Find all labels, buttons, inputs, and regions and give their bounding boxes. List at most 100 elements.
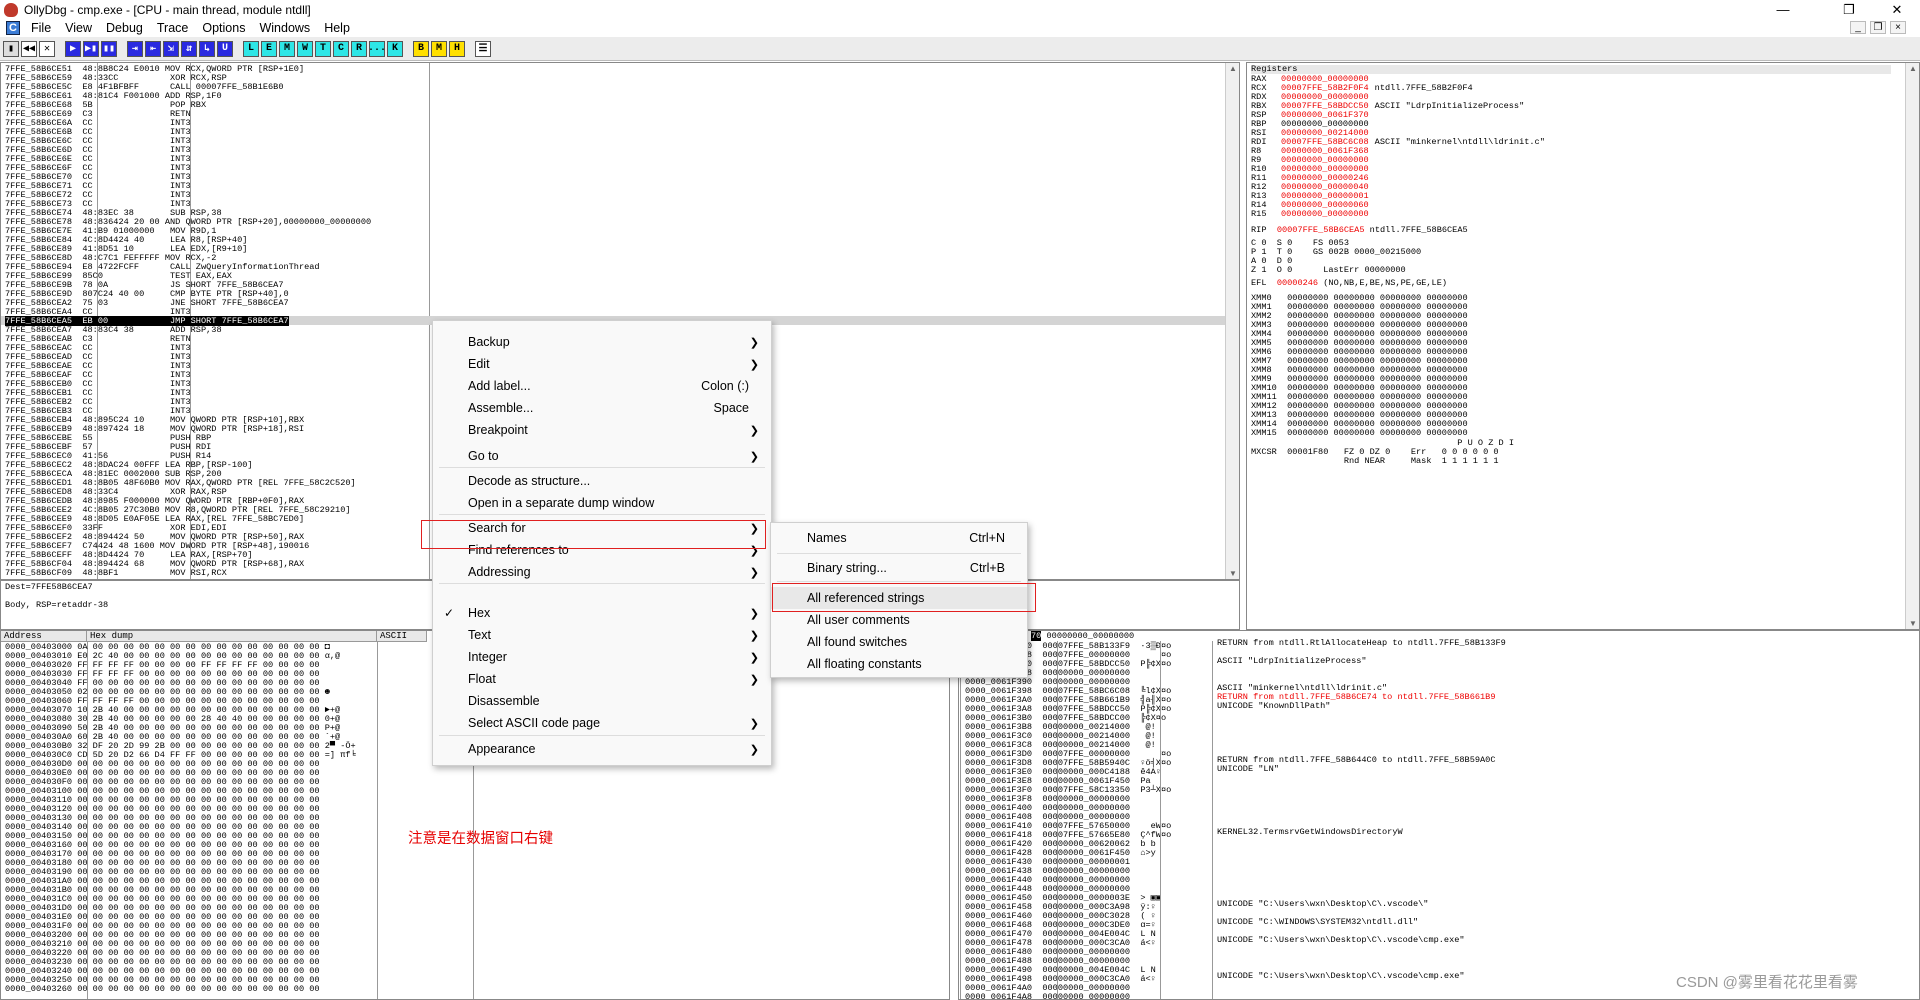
menu-item-hex[interactable]: Hex ✓ ❯ xyxy=(433,602,771,624)
efl-register[interactable]: EFL 00000246 (NO,NB,E,BE,NS,PE,GE,LE) xyxy=(1251,279,1447,288)
memory-breakpoints-icon[interactable]: M xyxy=(431,40,447,57)
disassembly-rows-lower[interactable]: 7FFE_58B6CEA7 48:83C4 38 ADD RSP,38 7FFE… xyxy=(5,326,356,578)
menu-item-addressing[interactable]: Addressing ❯ xyxy=(433,561,771,583)
maximize-button[interactable]: ❐ xyxy=(1826,0,1872,19)
pause-icon[interactable]: ▮▮ xyxy=(101,40,117,57)
execute-till-return-icon[interactable]: ↳ xyxy=(199,40,215,57)
menu-item-go-to[interactable]: Go to ❯ xyxy=(433,445,771,467)
highlight-search-for xyxy=(421,520,766,549)
rip-register[interactable]: RIP 00007FFE_58B6CEA5 ntdll.7FFE_58B6CEA… xyxy=(1251,226,1468,235)
menu-debug[interactable]: Debug xyxy=(99,21,150,35)
run-trace-icon[interactable]: R xyxy=(351,40,367,57)
cpu-icon[interactable]: C xyxy=(333,40,349,57)
step-into-icon[interactable]: ⇥ xyxy=(127,40,143,57)
menu-view[interactable]: View xyxy=(58,21,99,35)
menu-item-backup[interactable]: Backup ❯ xyxy=(433,331,771,353)
chevron-right-icon: ❯ xyxy=(749,566,759,579)
check-icon: ✓ xyxy=(444,606,455,620)
menu-separator xyxy=(777,581,1021,582)
menu-help[interactable]: Help xyxy=(317,21,357,35)
menu-windows[interactable]: Windows xyxy=(252,21,317,35)
stack-pane[interactable]: 70 00000000_00000000 0000_0061F370 00007… xyxy=(958,630,1920,1000)
open-icon[interactable]: ▮ xyxy=(3,40,19,57)
dump-col-ascii[interactable]: ASCII xyxy=(377,631,427,642)
registers-pane[interactable]: Registers RAX 00000000_00000000 RCX 00007FF… xyxy=(1246,62,1920,630)
menu-item-add-label[interactable]: Add label... Colon (:) xyxy=(433,375,771,397)
close-program-icon[interactable]: ✕ xyxy=(39,40,55,57)
stack-comments[interactable]: RETURN from ntdll.RtlAllocateHeap to ntd… xyxy=(1217,639,1506,1000)
submenu-item-all-floating-constants[interactable]: All floating constants xyxy=(771,653,1027,675)
ollydbg-bug-icon xyxy=(4,2,18,17)
menu-item-breakpoint[interactable]: Breakpoint ❯ xyxy=(433,419,771,441)
menu-file[interactable]: File xyxy=(24,21,58,35)
list-icon[interactable]: ☰ xyxy=(475,40,491,57)
xmm-registers[interactable]: XMM0 00000000 00000000 00000000 00000000… xyxy=(1251,294,1468,438)
chevron-right-icon: ❯ xyxy=(749,607,759,620)
window-title: OllyDbg - cmp.exe - [CPU - main thread, … xyxy=(24,2,311,17)
threads-icon[interactable]: T xyxy=(315,40,331,57)
menu-separator xyxy=(439,467,765,468)
log-window-icon[interactable]: L xyxy=(243,40,259,57)
chevron-right-icon: ❯ xyxy=(749,424,759,437)
chevron-right-icon: ❯ xyxy=(749,651,759,664)
cpu-window-icon[interactable]: C xyxy=(6,21,20,35)
trace-into-icon[interactable]: ⇲ xyxy=(163,40,179,57)
mdi-minimize-button[interactable]: _ xyxy=(1850,21,1866,34)
chevron-right-icon: ❯ xyxy=(749,450,759,463)
memory-map-icon[interactable]: M xyxy=(279,40,295,57)
register-list[interactable]: RAX 00000000_00000000 RCX 00007FFE_58B2F0F4… xyxy=(1251,75,1545,219)
menu-item-appearance[interactable]: Appearance ❯ xyxy=(433,738,771,760)
windows-icon[interactable]: W xyxy=(297,40,313,57)
menu-item-open-separate-dump[interactable]: Open in a separate dump window xyxy=(433,492,771,514)
registers-header: Registers xyxy=(1251,65,1891,74)
patches-icon[interactable]: ... xyxy=(368,40,386,57)
execute-till-user-code-icon[interactable]: U xyxy=(217,40,233,57)
step-over-icon[interactable]: ⇤ xyxy=(145,40,161,57)
watermark: CSDN @雾里看花花里看雾 xyxy=(1676,974,1858,991)
menu-item-edit[interactable]: Edit ❯ xyxy=(433,353,771,375)
menu-item-decode-as-structure[interactable]: Decode as structure... xyxy=(433,470,771,492)
run-thread-icon[interactable]: ▶▮ xyxy=(83,40,99,57)
run-icon[interactable]: ▶ xyxy=(65,40,81,57)
hardware-breakpoints-icon[interactable]: H xyxy=(449,40,465,57)
registers-scrollbar[interactable] xyxy=(1905,63,1919,629)
toolbar: ▮ ◀◀ ✕ ▶ ▶▮ ▮▮ ⇥ ⇤ ⇲ ⇵ ↳ U L E M W T C R… xyxy=(0,37,1920,61)
submenu-item-names[interactable]: Names Ctrl+N xyxy=(771,527,1027,549)
menu-item-float[interactable]: Float ❯ xyxy=(433,668,771,690)
chevron-right-icon: ❯ xyxy=(749,336,759,349)
menu-options[interactable]: Options xyxy=(195,21,252,35)
dump-col-hex[interactable]: Hex dump xyxy=(87,631,377,642)
restart-icon[interactable]: ◀◀ xyxy=(21,40,37,57)
call-stack-icon[interactable]: K xyxy=(387,40,403,57)
executable-modules-icon[interactable]: E xyxy=(261,40,277,57)
mdi-restore-button[interactable]: ❐ xyxy=(1870,21,1886,34)
title-bar: OllyDbg - cmp.exe - [CPU - main thread, … xyxy=(0,0,1920,19)
minimize-button[interactable]: — xyxy=(1760,0,1806,19)
menu-separator xyxy=(439,735,765,736)
close-button[interactable]: ✕ xyxy=(1874,0,1920,19)
dump-rows[interactable]: 0000_00403000 0A 00 00 00 00 00 00 00 00… xyxy=(5,643,356,994)
chevron-right-icon: ❯ xyxy=(749,717,759,730)
mxcsr-register[interactable]: P U O Z D I MXCSR 00001F80 FZ 0 DZ 0 Err… xyxy=(1251,439,1514,466)
disassembly-rows[interactable]: 7FFE_58B6CE51 48:8B8C24 E0010 MOV RCX,QW… xyxy=(5,65,371,317)
dump-col-address[interactable]: Address xyxy=(1,631,87,642)
submenu-item-all-found-switches[interactable]: All found switches xyxy=(771,631,1027,653)
menu-trace[interactable]: Trace xyxy=(150,21,196,35)
stack-header: 70 00000000_00000000 xyxy=(1031,631,1135,641)
trace-over-icon[interactable]: ⇵ xyxy=(181,40,197,57)
breakpoints-icon[interactable]: B xyxy=(413,40,429,57)
chevron-right-icon: ❯ xyxy=(749,358,759,371)
mdi-close-button[interactable]: × xyxy=(1890,21,1906,34)
submenu-item-all-user-comments[interactable]: All user comments xyxy=(771,609,1027,631)
menu-item-integer[interactable]: Integer ❯ xyxy=(433,646,771,668)
cpu-scrollbar[interactable] xyxy=(1225,63,1239,579)
menu-item-select-ascii-code-page[interactable]: Select ASCII code page ❯ xyxy=(433,712,771,734)
stack-rows[interactable]: 0000_0061F370 00007FFE_58B133F9 ∙3▒Ð¤o 0… xyxy=(965,642,1171,1000)
menu-item-text[interactable]: Text ❯ xyxy=(433,624,771,646)
menu-item-assemble[interactable]: Assemble... Space xyxy=(433,397,771,419)
register-row[interactable]: R15 00000000_00000000 xyxy=(1251,210,1545,219)
chevron-right-icon: ❯ xyxy=(749,743,759,756)
flags-block[interactable]: C 0 S 0 FS 0053 P 1 T 0 GS 002B 0000_002… xyxy=(1251,239,1421,275)
menu-item-disassemble[interactable]: Disassemble xyxy=(433,690,771,712)
submenu-item-binary-string[interactable]: Binary string... Ctrl+B xyxy=(771,557,1027,579)
